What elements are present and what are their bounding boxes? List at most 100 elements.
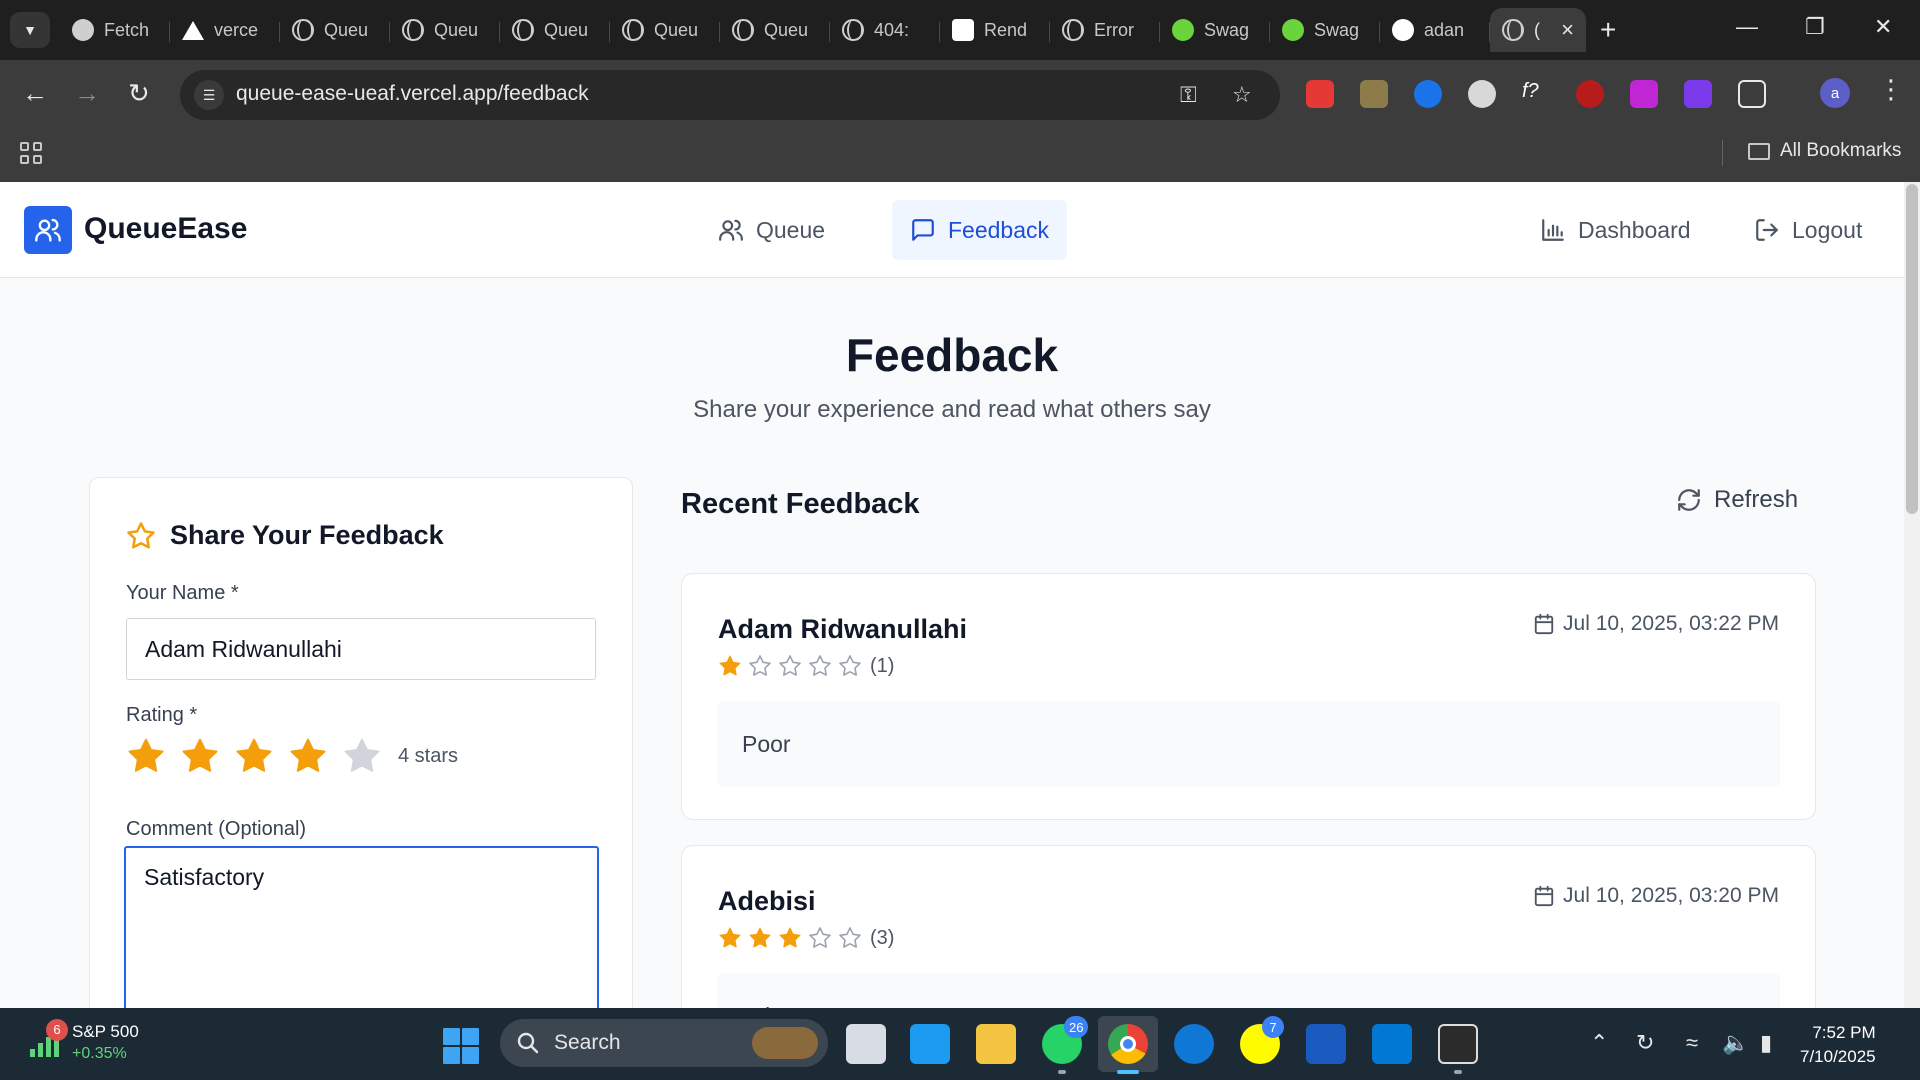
browser-tab[interactable]: Rend xyxy=(940,8,1050,52)
password-key-icon[interactable]: ⚿ xyxy=(1180,82,1197,108)
browser-tab-label: Queu xyxy=(764,19,809,40)
browser-tab-label: Queu xyxy=(434,19,479,40)
browser-tab[interactable]: Queu xyxy=(500,8,610,52)
feedback-rating-count: (1) xyxy=(870,654,895,677)
battery-icon[interactable]: ▮ xyxy=(1760,1030,1772,1056)
feedback-author: Adam Ridwanullahi xyxy=(718,614,968,644)
taskbar-search[interactable]: Search xyxy=(500,1019,828,1067)
scrollbar-thumb[interactable] xyxy=(1906,184,1918,514)
minimize-button[interactable]: — xyxy=(1736,14,1758,40)
all-bookmarks-label: All Bookmarks xyxy=(1780,140,1902,161)
nav-logout[interactable]: Logout xyxy=(1736,200,1880,260)
browser-tab[interactable]: Swag xyxy=(1160,8,1270,52)
wifi-icon[interactable]: ≈ xyxy=(1686,1030,1698,1056)
all-bookmarks-button[interactable]: All Bookmarks xyxy=(1748,140,1901,162)
chrome-running-indicator xyxy=(1117,1070,1139,1074)
nav-dashboard[interactable]: Dashboard xyxy=(1522,200,1709,260)
browser-tab-label: Swag xyxy=(1204,19,1250,40)
browser-tab[interactable]: (× xyxy=(1490,8,1586,52)
chevron-down-icon: ▼ xyxy=(23,22,37,38)
stock-chart-icon: 6 xyxy=(26,1018,68,1061)
feedback-comment: Adequate xyxy=(718,974,1780,1008)
star-filled-icon[interactable] xyxy=(126,736,166,776)
reload-button[interactable]: ↻ xyxy=(128,80,150,106)
twitter-app-icon[interactable] xyxy=(910,1024,950,1064)
close-tab-icon[interactable]: × xyxy=(1561,17,1574,43)
word-icon[interactable] xyxy=(1306,1024,1346,1064)
browser-tab[interactable]: Error xyxy=(1050,8,1160,52)
back-button[interactable]: ← xyxy=(22,80,48,106)
browser-tab[interactable]: Queu xyxy=(720,8,830,52)
feedback-date: Jul 10, 2025, 03:22 PM xyxy=(1533,612,1779,636)
star-empty-icon[interactable] xyxy=(342,736,382,776)
snapchat-icon[interactable]: 7 xyxy=(1240,1016,1284,1064)
extension-icon-6[interactable] xyxy=(1576,80,1604,108)
comment-textarea[interactable]: Satisfactory xyxy=(124,846,599,1008)
stock-widget[interactable]: 6 S&P 500 +0.35% xyxy=(26,1018,139,1063)
file-explorer-icon[interactable] xyxy=(976,1024,1016,1064)
page-scrollbar[interactable] xyxy=(1904,182,1920,1008)
whatsapp-icon[interactable]: 26 xyxy=(1042,1016,1089,1064)
app-logo[interactable] xyxy=(24,206,72,254)
brand-name[interactable]: QueueEase xyxy=(84,212,247,246)
star-filled-icon[interactable] xyxy=(288,736,328,776)
browser-tab[interactable]: verce xyxy=(170,8,280,52)
rating-label: Rating * xyxy=(126,704,198,726)
url-text[interactable]: queue-ease-ueaf.vercel.app/feedback xyxy=(236,82,589,106)
edge-icon[interactable] xyxy=(1174,1024,1214,1064)
browser-tab[interactable]: 404: xyxy=(830,8,940,52)
new-tab-button[interactable]: + xyxy=(1600,14,1616,46)
star-filled-icon[interactable] xyxy=(234,736,274,776)
nav-queue[interactable]: Queue xyxy=(700,200,843,260)
browser-tab[interactable]: Fetch xyxy=(60,8,170,52)
form-heading-text: Share Your Feedback xyxy=(170,520,444,550)
close-window-button[interactable]: ✕ xyxy=(1874,14,1892,40)
forward-button[interactable]: → xyxy=(74,80,100,106)
extension-icon-8[interactable] xyxy=(1684,80,1712,108)
feedback-rating: (3) xyxy=(718,926,894,950)
profile-avatar[interactable]: a xyxy=(1820,78,1850,108)
browser-menu-icon[interactable]: ⋮ xyxy=(1878,74,1904,105)
chrome-taskbar-slot[interactable] xyxy=(1098,1016,1158,1072)
extension-icon-1[interactable] xyxy=(1306,80,1334,108)
star-empty-icon xyxy=(809,927,831,948)
task-view-icon[interactable] xyxy=(846,1024,886,1064)
vscode-icon[interactable] xyxy=(1372,1024,1412,1064)
form-heading: Share Your Feedback xyxy=(126,520,444,551)
app-icon[interactable] xyxy=(1438,1024,1478,1064)
nav-feedback[interactable]: Feedback xyxy=(892,200,1068,260)
address-bar[interactable]: ☰ queue-ease-ueaf.vercel.app/feedback ⚿ … xyxy=(180,70,1280,120)
volume-icon[interactable]: 🔈 xyxy=(1722,1030,1749,1056)
tray-overflow-chevron-icon[interactable]: ⌃ xyxy=(1590,1030,1608,1056)
browser-tab-label: Rend xyxy=(984,19,1028,40)
system-clock[interactable]: 7:52 PM 7/10/2025 xyxy=(1800,1021,1876,1069)
bookmark-star-icon[interactable]: ☆ xyxy=(1232,82,1252,108)
sync-icon[interactable]: ↻ xyxy=(1636,1030,1654,1056)
extension-icon-4[interactable] xyxy=(1468,80,1496,108)
browser-tab[interactable]: Queu xyxy=(390,8,500,52)
name-input[interactable] xyxy=(126,618,596,680)
tab-search-button[interactable]: ▼ xyxy=(10,12,50,48)
swagger-icon xyxy=(1282,19,1304,41)
extension-icon-7[interactable] xyxy=(1630,80,1658,108)
refresh-button[interactable]: Refresh xyxy=(1676,486,1798,514)
apps-grid-icon[interactable] xyxy=(20,142,42,164)
restore-button[interactable]: ❐ xyxy=(1805,14,1825,40)
star-filled-icon[interactable] xyxy=(180,736,220,776)
browser-tab[interactable]: adan xyxy=(1380,8,1490,52)
browser-tab[interactable]: Swag xyxy=(1270,8,1380,52)
refresh-label: Refresh xyxy=(1714,486,1799,513)
browser-tab[interactable]: Queu xyxy=(610,8,720,52)
site-settings-icon[interactable]: ☰ xyxy=(194,80,224,110)
browser-tab[interactable]: Queu xyxy=(280,8,390,52)
bar-chart-icon xyxy=(1542,219,1564,241)
extension-icon-3[interactable] xyxy=(1414,80,1442,108)
start-button[interactable] xyxy=(443,1028,479,1064)
nav-feedback-label: Feedback xyxy=(948,216,1050,243)
refresh-icon xyxy=(1678,489,1700,511)
extensions-puzzle-icon[interactable] xyxy=(1738,80,1766,108)
browser-tab-label: Queu xyxy=(324,19,369,40)
star-filled-icon xyxy=(779,927,801,948)
extension-icon-2[interactable] xyxy=(1360,80,1388,108)
extension-icon-5[interactable]: f? xyxy=(1522,80,1550,108)
